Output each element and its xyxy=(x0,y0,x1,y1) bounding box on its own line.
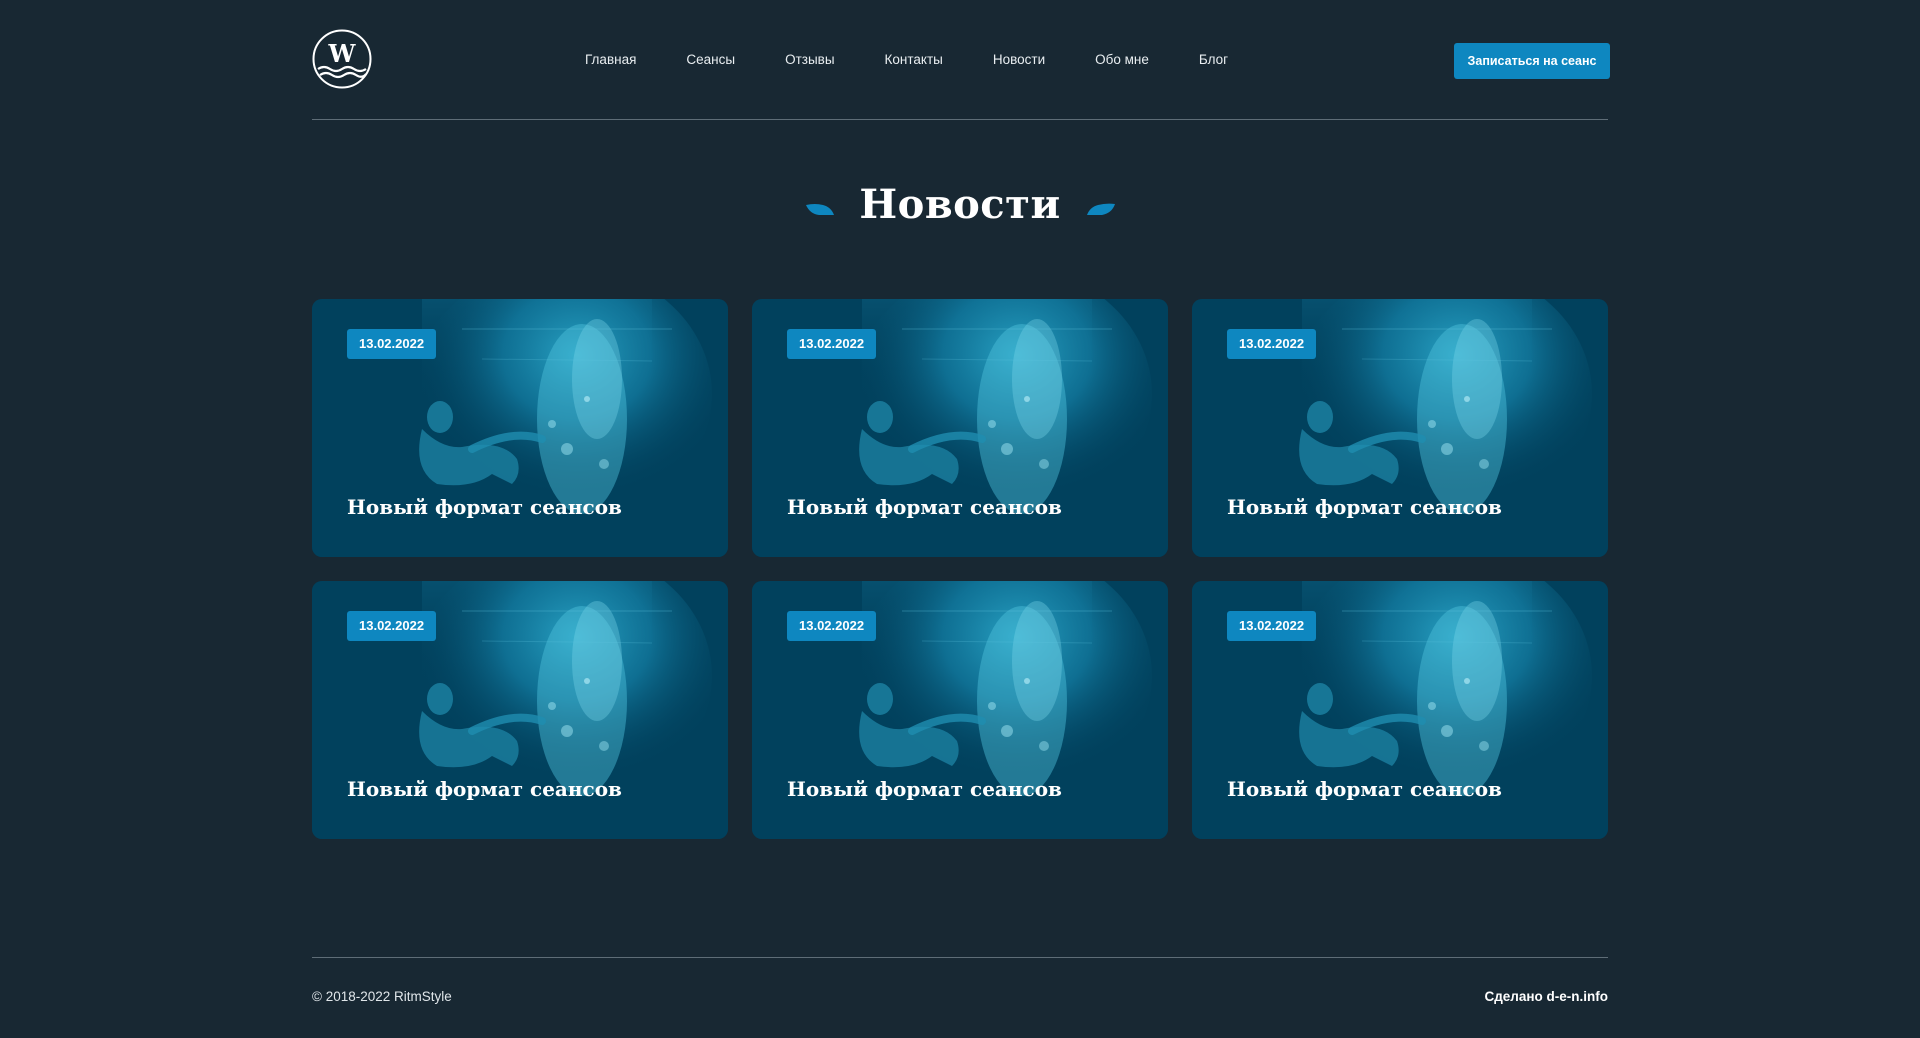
logo-letter: W xyxy=(328,39,357,68)
news-title[interactable]: Новый формат сеансов xyxy=(787,495,1062,519)
leaf-left-icon xyxy=(806,204,834,215)
nav-item-sessions[interactable]: Сеансы xyxy=(686,50,735,70)
main-nav: Главная Сеансы Отзывы Контакты Новости О… xyxy=(585,50,1228,70)
page-title: Новости xyxy=(859,181,1061,228)
news-card[interactable]: 13.02.2022 Новый формат сеансов xyxy=(752,581,1168,839)
nav-item-blog[interactable]: Блог xyxy=(1199,50,1228,70)
news-date-badge: 13.02.2022 xyxy=(347,329,437,359)
news-card[interactable]: 13.02.2022 Новый формат сеансов xyxy=(312,581,728,839)
copyright-text: © 2018-2022 RitmStyle xyxy=(312,989,452,1004)
page-title-block: Новости xyxy=(0,175,1920,235)
nav-item-about[interactable]: Обо мне xyxy=(1095,50,1149,70)
site-header: W Главная Сеансы Отзывы Контакты Новости… xyxy=(312,0,1610,120)
logo-icon[interactable]: W xyxy=(312,29,372,89)
news-grid: 13.02.2022 Новый формат сеансов 13.02.20… xyxy=(312,299,1608,839)
made-by-link[interactable]: Сделано d-e-n.info xyxy=(1484,989,1608,1004)
footer-divider xyxy=(312,957,1608,958)
news-title[interactable]: Новый формат сеансов xyxy=(787,777,1062,801)
news-title[interactable]: Новый формат сеансов xyxy=(1227,777,1502,801)
news-card[interactable]: 13.02.2022 Новый формат сеансов xyxy=(1192,581,1608,839)
book-session-button[interactable]: Записаться на сеанс xyxy=(1454,43,1610,79)
leaf-right-icon xyxy=(1087,203,1115,215)
news-card[interactable]: 13.02.2022 Новый формат сеансов xyxy=(752,299,1168,557)
nav-item-reviews[interactable]: Отзывы xyxy=(785,50,834,70)
news-date-badge: 13.02.2022 xyxy=(787,611,877,641)
news-date-badge: 13.02.2022 xyxy=(1227,611,1317,641)
nav-item-contacts[interactable]: Контакты xyxy=(885,50,943,70)
news-title[interactable]: Новый формат сеансов xyxy=(1227,495,1502,519)
nav-item-home[interactable]: Главная xyxy=(585,50,636,70)
news-title[interactable]: Новый формат сеансов xyxy=(347,777,622,801)
nav-item-news[interactable]: Новости xyxy=(993,50,1045,70)
news-date-badge: 13.02.2022 xyxy=(347,611,437,641)
news-card[interactable]: 13.02.2022 Новый формат сеансов xyxy=(312,299,728,557)
news-card[interactable]: 13.02.2022 Новый формат сеансов xyxy=(1192,299,1608,557)
news-date-badge: 13.02.2022 xyxy=(1227,329,1317,359)
news-title[interactable]: Новый формат сеансов xyxy=(347,495,622,519)
header-divider xyxy=(312,119,1608,120)
news-date-badge: 13.02.2022 xyxy=(787,329,877,359)
